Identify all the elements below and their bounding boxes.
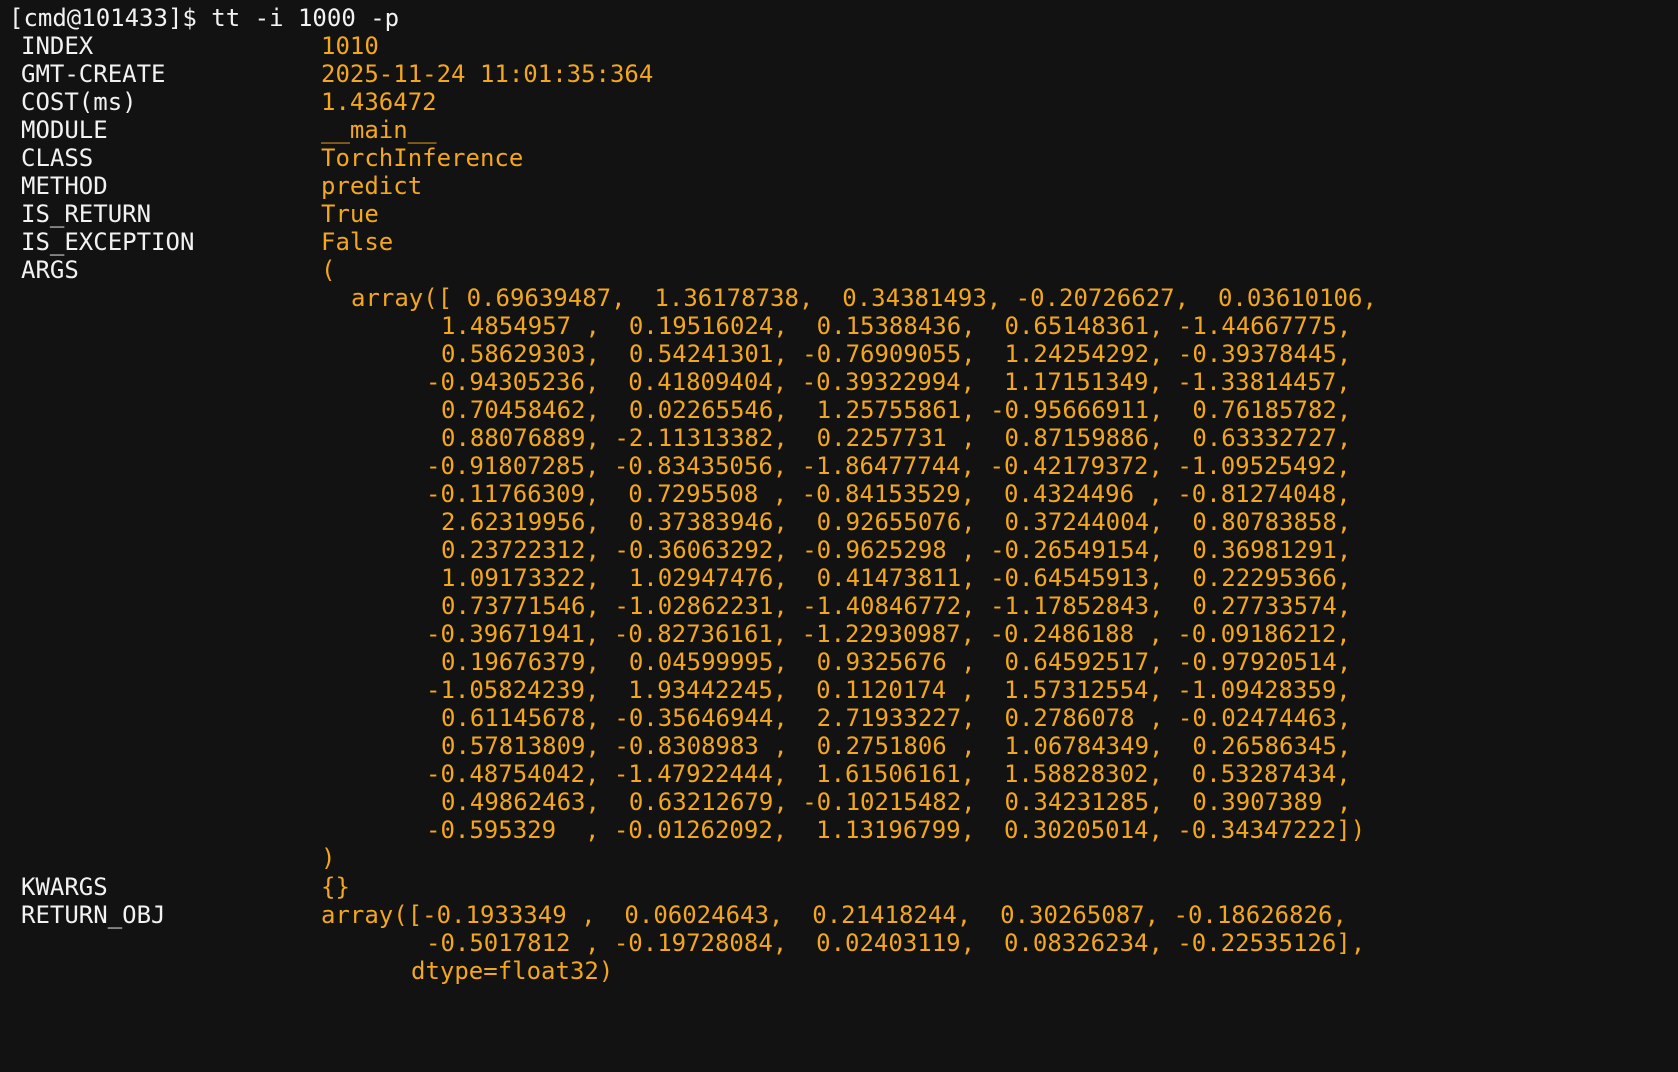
return-obj-dtype: dtype=float32)	[411, 957, 614, 985]
args-array-line: 0.61145678, -0.35646944, 2.71933227, 0.2…	[441, 704, 1352, 732]
terminal-window[interactable]: [cmd@101433]$ tt -i 1000 -p INDEX 1010 G…	[0, 0, 1678, 1072]
args-array-line: 1.4854957 , 0.19516024, 0.15388436, 0.65…	[441, 312, 1352, 340]
args-array-line: 0.70458462, 0.02265546, 1.25755861, -0.9…	[441, 396, 1352, 424]
args-array-line: -0.11766309, 0.7295508 , -0.84153529, 0.…	[426, 480, 1351, 508]
args-array-line: 1.09173322, 1.02947476, 0.41473811, -0.6…	[441, 564, 1352, 592]
field-value-kwargs: {}	[321, 873, 350, 901]
field-label-gmt-create: GMT-CREATE	[21, 60, 166, 88]
field-value-module: __main__	[321, 116, 437, 144]
return-obj-line: -0.5017812 , -0.19728084, 0.02403119, 0.…	[426, 929, 1366, 957]
field-label-return-obj: RETURN_OBJ	[21, 901, 166, 929]
args-array-line: 0.19676379, 0.04599995, 0.9325676 , 0.64…	[441, 648, 1352, 676]
return-obj-line: array([-0.1933349 , 0.06024643, 0.214182…	[321, 901, 1347, 929]
args-array-line: -0.94305236, 0.41809404, -0.39322994, 1.…	[426, 368, 1351, 396]
field-label-args: ARGS	[21, 256, 79, 284]
field-label-class: CLASS	[21, 144, 94, 172]
args-array-line: 0.58629303, 0.54241301, -0.76909055, 1.2…	[441, 340, 1352, 368]
field-value-cost: 1.436472	[321, 88, 437, 116]
args-close-paren: )	[321, 844, 336, 872]
field-label-cost: COST(ms)	[21, 88, 137, 116]
field-label-method: METHOD	[21, 172, 108, 200]
args-array-line: 0.23722312, -0.36063292, -0.9625298 , -0…	[441, 536, 1352, 564]
args-array-line: 2.62319956, 0.37383946, 0.92655076, 0.37…	[441, 508, 1352, 536]
args-array-line: 0.88076889, -2.11313382, 0.2257731 , 0.8…	[441, 424, 1352, 452]
field-value-index: 1010	[321, 32, 379, 60]
args-open-paren: (	[321, 256, 336, 284]
field-label-kwargs: KWARGS	[21, 873, 108, 901]
args-array-line: 0.57813809, -0.8308983 , 0.2751806 , 1.0…	[441, 732, 1352, 760]
field-label-index: INDEX	[21, 32, 94, 60]
field-value-class: TorchInference	[321, 144, 524, 172]
field-value-gmt-create: 2025-11-24 11:01:35:364	[321, 60, 654, 88]
field-value-is-exception: False	[321, 228, 394, 256]
args-array-line: -0.48754042, -1.47922444, 1.61506161, 1.…	[426, 760, 1351, 788]
field-label-module: MODULE	[21, 116, 108, 144]
field-label-is-exception: IS_EXCEPTION	[21, 228, 195, 256]
args-array-line: 0.49862463, 0.63212679, -0.10215482, 0.3…	[441, 788, 1352, 816]
field-value-method: predict	[321, 172, 423, 200]
args-array-line: -1.05824239, 1.93442245, 0.1120174 , 1.5…	[426, 676, 1351, 704]
args-array-line: array([ 0.69639487, 1.36178738, 0.343814…	[351, 284, 1377, 312]
command-prompt: [cmd@101433]$ tt -i 1000 -p	[9, 4, 400, 32]
args-array-line: -0.91807285, -0.83435056, -1.86477744, -…	[426, 452, 1351, 480]
args-array-line: 0.73771546, -1.02862231, -1.40846772, -1…	[441, 592, 1352, 620]
field-value-is-return: True	[321, 200, 379, 228]
args-array-line: -0.595329 , -0.01262092, 1.13196799, 0.3…	[426, 816, 1366, 844]
args-array-line: -0.39671941, -0.82736161, -1.22930987, -…	[426, 620, 1351, 648]
field-label-is-return: IS_RETURN	[21, 200, 152, 228]
